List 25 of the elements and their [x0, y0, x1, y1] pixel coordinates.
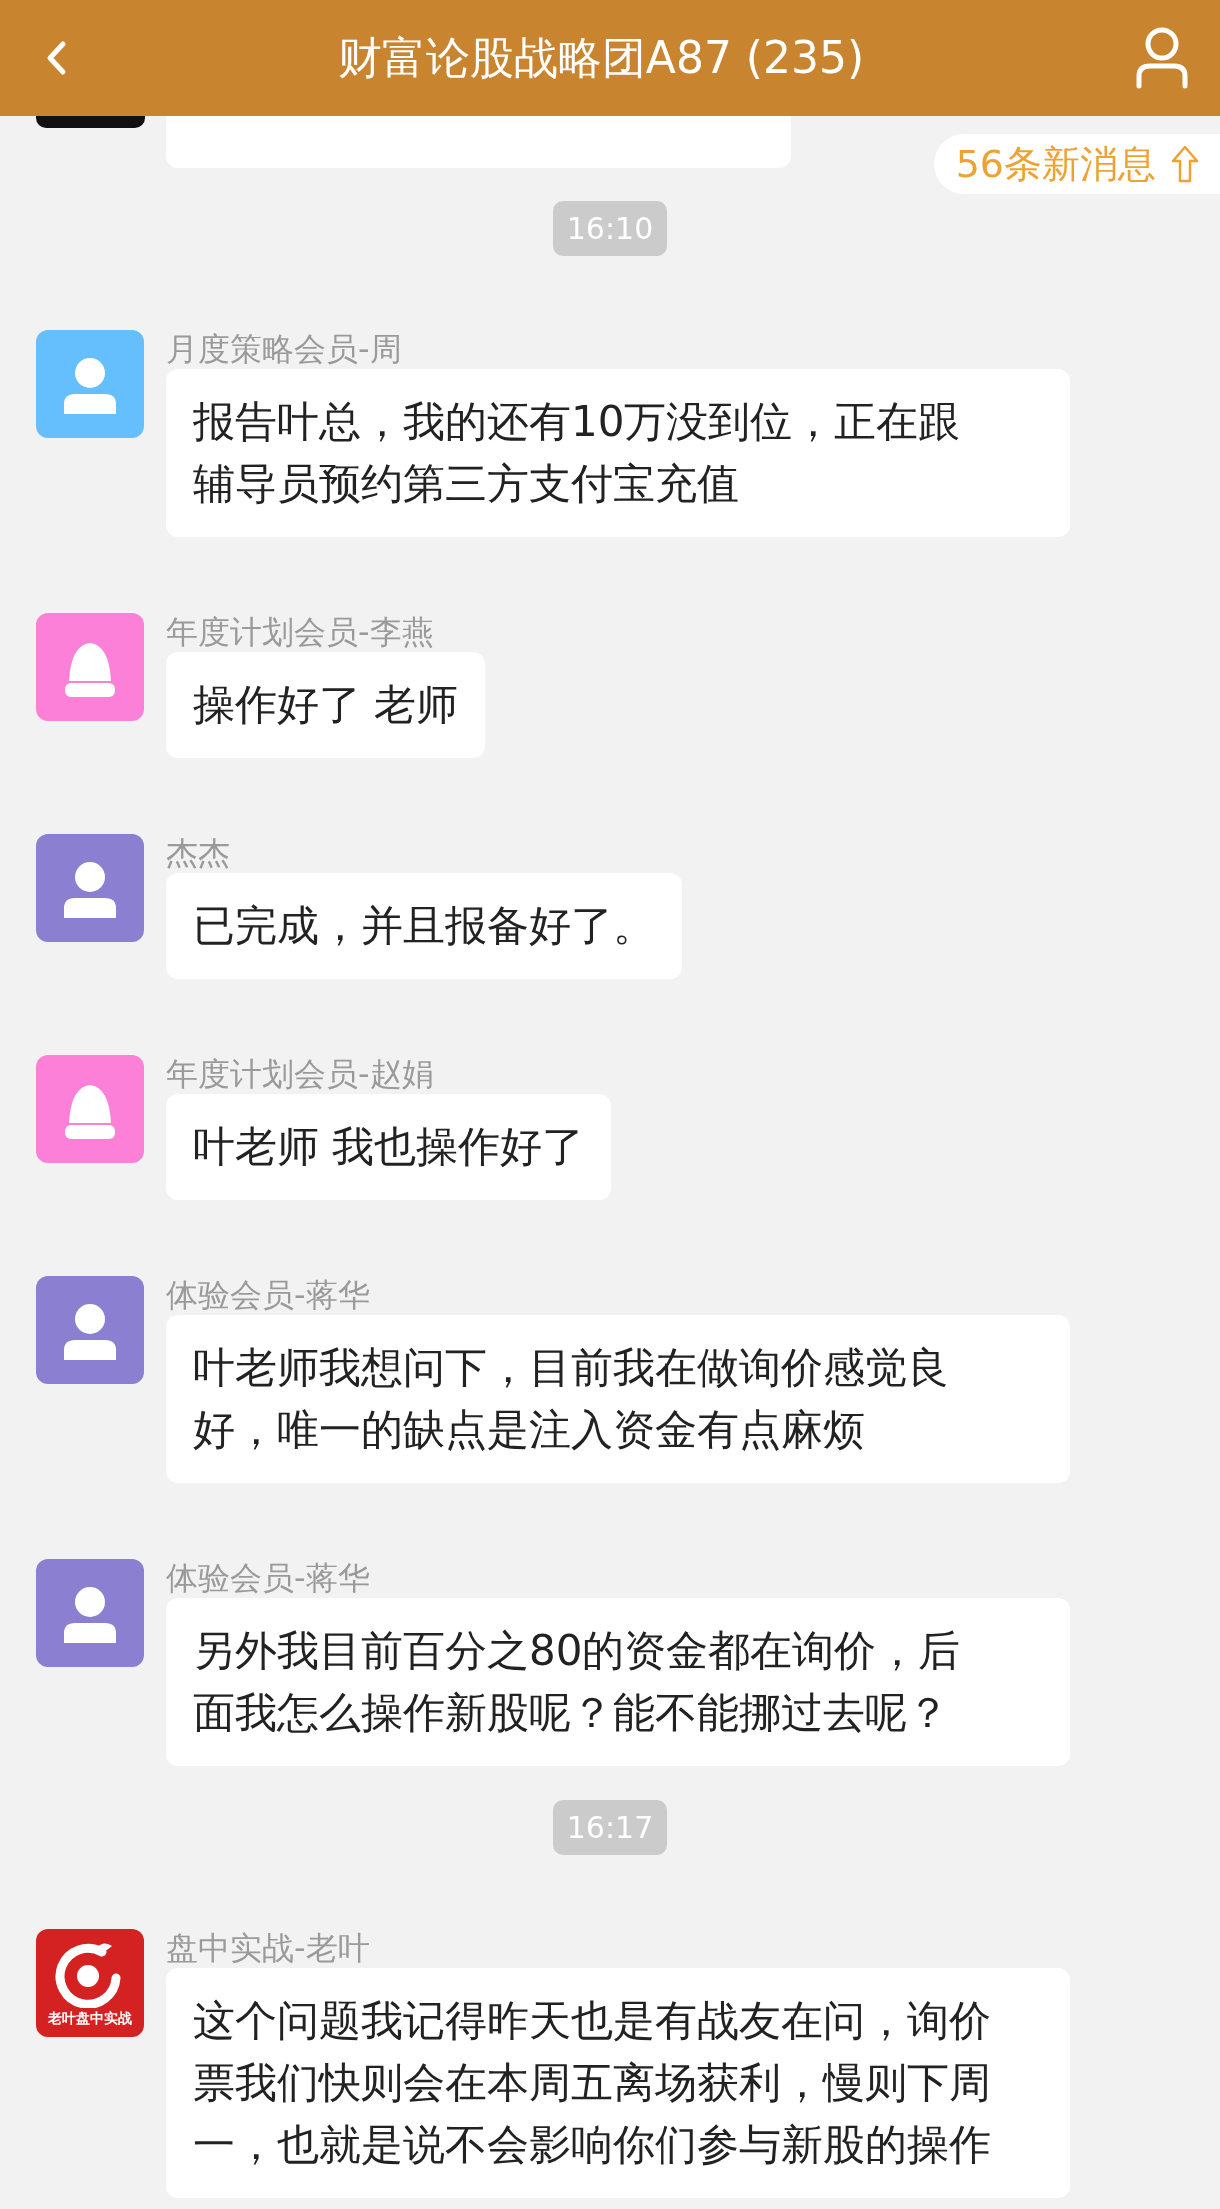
message-text: 报告叶总，我的还有10万没到位，正在跟 辅导员预约第三方支付宝充值: [193, 396, 962, 510]
person-icon: [61, 1302, 119, 1360]
message-text: 操作好了 老师: [193, 679, 459, 731]
person-icon: [1134, 26, 1190, 90]
sender-name: 体验会员-蒋华: [166, 1559, 370, 1598]
person-icon: [61, 1585, 119, 1643]
up-arrow-icon: [1170, 144, 1200, 184]
person-icon: [61, 860, 119, 918]
message-text: 这个问题我记得昨天也是有战友在问，询价 票我们快则会在本周五离场获利，慢则下周 一，也就是说不会影响你们参与新股的操作: [193, 1995, 992, 2171]
sender-name: 杰杰: [166, 834, 230, 873]
sender-name: 体验会员-蒋华: [166, 1276, 370, 1315]
message-text: 叶老师我想问下，目前我在做询价感觉良 好，唯一的缺点是注入资金有点麻烦: [193, 1342, 950, 1456]
group-title: 财富论股战略团A87 (235): [337, 30, 865, 85]
sender-name: 盘中实战-老叶: [166, 1929, 370, 1968]
message-text: 已完成，并且报备好了。: [193, 900, 655, 952]
sender-name: 年度计划会员-赵娟: [166, 1055, 434, 1094]
message-text: 叶老师 我也操作好了: [193, 1121, 585, 1173]
sender-name: 年度计划会员-李燕: [166, 613, 434, 652]
avatar[interactable]: 老叶盘中实战: [36, 1929, 144, 2037]
avatar[interactable]: [36, 116, 145, 128]
profile-button[interactable]: [1134, 26, 1190, 90]
person-icon: [61, 356, 119, 414]
avatar-label: 老叶盘中实战: [48, 2010, 132, 2028]
message-text: 另外我目前百分之80的资金都在询价，后 面我怎么操作新股呢？能不能挪过去呢？: [193, 1625, 962, 1739]
sender-name: 月度策略会员-周: [166, 330, 402, 369]
